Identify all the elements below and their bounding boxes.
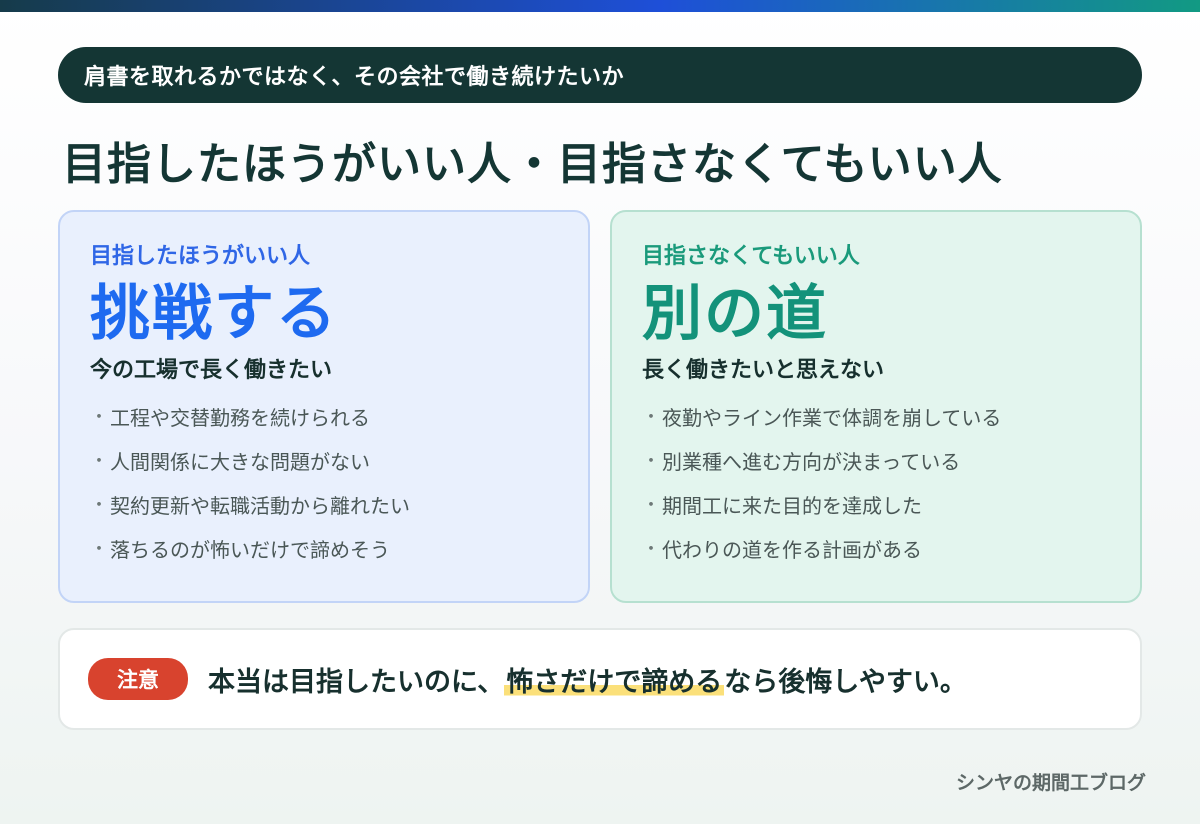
bullet-icon: ・: [642, 495, 660, 516]
bullet-icon: ・: [90, 539, 108, 560]
list-item: ・代わりの道を作る計画がある: [642, 536, 1110, 564]
caution-text-highlight: 怖さだけで諦める: [504, 666, 725, 698]
list-item: ・落ちるのが怖いだけで諦めそう: [90, 536, 558, 564]
card-list: ・工程や交替勤務を続けられる ・人間関係に大きな問題がない ・契約更新や転職活動…: [90, 404, 558, 564]
list-item-text: 夜勤やライン作業で体調を崩している: [662, 406, 1002, 430]
caution-note: 注意 本当は目指したいのに、怖さだけで諦めるなら後悔しやすい。: [58, 628, 1142, 730]
list-item-text: 期間工に来た目的を達成した: [662, 494, 922, 518]
kicker-text: 肩書を取れるかではなく、その会社で働き続けたいか: [84, 65, 625, 90]
list-item-text: 工程や交替勤務を続けられる: [110, 406, 370, 430]
list-item-text: 代わりの道を作る計画がある: [662, 538, 922, 562]
card-headline: 挑戦する: [90, 279, 338, 349]
bullet-icon: ・: [90, 451, 108, 472]
list-item-text: 別業種へ進む方向が決まっている: [662, 450, 961, 474]
list-item: ・工程や交替勤務を続けられる: [90, 404, 558, 432]
bullet-icon: ・: [642, 407, 660, 428]
card-list: ・夜勤やライン作業で体調を崩している ・別業種へ進む方向が決まっている ・期間工…: [642, 404, 1110, 564]
list-item: ・夜勤やライン作業で体調を崩している: [642, 404, 1110, 432]
card-subtitle: 今の工場で長く働きたい: [90, 358, 333, 383]
kicker-banner: 肩書を取れるかではなく、その会社で働き続けたいか: [58, 47, 1142, 103]
bullet-icon: ・: [90, 495, 108, 516]
list-item-text: 契約更新や転職活動から離れたい: [110, 494, 410, 518]
card-label: 目指したほうがいい人: [90, 244, 311, 269]
list-item-text: 人間関係に大きな問題がない: [110, 450, 370, 474]
top-accent-bar: [0, 0, 1200, 12]
list-item: ・人間関係に大きな問題がない: [90, 448, 558, 476]
caution-text-before: 本当は目指したいのに、: [208, 666, 505, 698]
bullet-icon: ・: [90, 407, 108, 428]
list-item: ・契約更新や転職活動から離れたい: [90, 492, 558, 520]
brand-credit: シンヤの期間工ブログ: [955, 772, 1146, 794]
caution-text-after: なら後悔しやすい。: [724, 666, 967, 698]
card-need-not-aim: 目指さなくてもいい人 別の道 長く働きたいと思えない ・夜勤やライン作業で体調を…: [610, 210, 1142, 603]
caution-badge: 注意: [88, 658, 188, 700]
caution-text: 本当は目指したいのに、怖さだけで諦めるなら後悔しやすい。: [208, 660, 967, 699]
bullet-icon: ・: [642, 539, 660, 560]
card-label: 目指さなくてもいい人: [642, 244, 860, 269]
card-should-aim: 目指したほうがいい人 挑戦する 今の工場で長く働きたい ・工程や交替勤務を続けら…: [58, 210, 590, 603]
list-item: ・別業種へ進む方向が決まっている: [642, 448, 1110, 476]
page-title: 目指したほうがいい人・目指さなくてもいい人: [62, 139, 1003, 190]
list-item: ・期間工に来た目的を達成した: [642, 492, 1110, 520]
card-subtitle: 長く働きたいと思えない: [642, 358, 885, 383]
list-item-text: 落ちるのが怖いだけで諦めそう: [110, 538, 390, 562]
card-headline: 別の道: [642, 279, 828, 349]
bullet-icon: ・: [642, 451, 660, 472]
